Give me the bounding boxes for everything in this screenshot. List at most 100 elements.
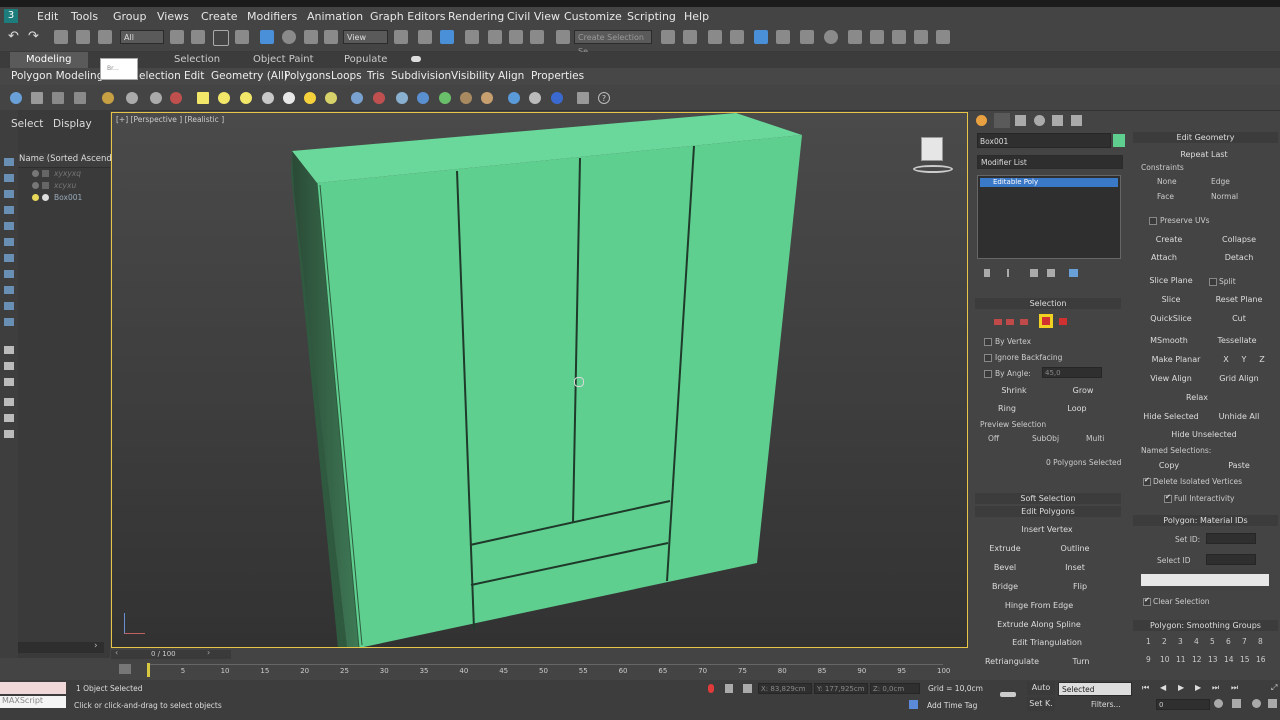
display-lights-icon[interactable] bbox=[4, 206, 14, 214]
by-vertex-checkbox[interactable] bbox=[984, 338, 992, 346]
add-time-tag-button[interactable]: Add Time Tag bbox=[927, 701, 977, 710]
inset-button[interactable]: Inset bbox=[1050, 561, 1100, 575]
curve-editor-icon[interactable] bbox=[776, 30, 790, 44]
toggle-layer-explorer-icon[interactable] bbox=[730, 30, 744, 44]
make-unique-icon[interactable] bbox=[1030, 269, 1038, 277]
remove-modifier-icon[interactable] bbox=[1047, 269, 1055, 277]
plane-icon[interactable] bbox=[197, 92, 209, 104]
eye-icon[interactable] bbox=[32, 170, 39, 177]
smoothing-group-button[interactable]: 5 bbox=[1210, 637, 1215, 646]
select-object-icon[interactable] bbox=[170, 30, 184, 44]
bend-icon[interactable] bbox=[150, 92, 162, 104]
cone-icon[interactable] bbox=[283, 92, 295, 104]
menu-graph-editors[interactable]: Graph Editors bbox=[370, 10, 446, 23]
perspective-viewport[interactable]: [+] [Perspective ] [Realistic ] bbox=[111, 112, 968, 648]
move-gizmo-icon[interactable] bbox=[126, 92, 138, 104]
set-id-spinner[interactable] bbox=[1206, 533, 1256, 544]
toggle-scene-explorer-icon[interactable] bbox=[708, 30, 722, 44]
create-tab-icon[interactable] bbox=[976, 115, 987, 126]
maxscript-mini-listener[interactable]: MAXScript bbox=[0, 696, 66, 708]
grow-button[interactable]: Grow bbox=[1052, 384, 1114, 398]
set-key-icon[interactable] bbox=[1000, 692, 1016, 697]
redo-icon[interactable]: ↷ bbox=[28, 30, 42, 44]
time-slider[interactable]: ‹ 0 / 100 › bbox=[111, 648, 231, 659]
maximize-viewport-icon[interactable] bbox=[1268, 699, 1277, 708]
modify-tab-icon[interactable] bbox=[994, 113, 1010, 128]
smoothing-group-button[interactable]: 13 bbox=[1208, 655, 1218, 664]
menu-customize[interactable]: Customize bbox=[564, 10, 622, 23]
foliage-icon[interactable] bbox=[439, 92, 451, 104]
link-icon[interactable] bbox=[54, 30, 68, 44]
smoothing-group-button[interactable]: 12 bbox=[1192, 655, 1202, 664]
ribbon-align[interactable]: Align bbox=[498, 70, 524, 82]
ribbon-edit[interactable]: Edit bbox=[184, 70, 204, 82]
ribbon-subdivision[interactable]: Subdivision bbox=[391, 70, 451, 82]
set-key-button[interactable]: Set K. bbox=[1027, 697, 1055, 711]
coord-x-field[interactable]: X: 83,829cm bbox=[758, 683, 812, 694]
selection-lock-icon[interactable] bbox=[725, 684, 733, 693]
prev-frame-icon[interactable]: ◀ bbox=[1160, 683, 1166, 692]
scene-item[interactable]: xcyxu bbox=[18, 181, 110, 192]
torus-icon[interactable] bbox=[262, 92, 274, 104]
keyboard-shortcut-override-icon[interactable] bbox=[440, 30, 454, 44]
key-filter-select[interactable]: Selected bbox=[1058, 682, 1132, 696]
menu-civil-view[interactable]: Civil View bbox=[507, 10, 560, 23]
border-mode-icon[interactable] bbox=[1020, 319, 1028, 325]
vertex-mode-icon[interactable] bbox=[994, 319, 1002, 325]
key-mode-toggle-icon[interactable]: ⏭ bbox=[1231, 683, 1238, 693]
tab-select[interactable]: Select bbox=[11, 118, 43, 130]
render-setup-icon[interactable] bbox=[848, 30, 862, 44]
collapse-button[interactable]: Collapse bbox=[1207, 233, 1271, 247]
menu-modifiers[interactable]: Modifiers bbox=[247, 10, 297, 23]
extrude-along-spline-button[interactable]: Extrude Along Spline bbox=[980, 618, 1098, 632]
make-planar-button[interactable]: Make Planar bbox=[1139, 353, 1213, 367]
motion-tab-icon[interactable] bbox=[1034, 115, 1045, 126]
time-configuration-icon[interactable]: ⤢ bbox=[1271, 683, 1277, 693]
by-angle-checkbox[interactable] bbox=[984, 370, 992, 378]
spinner-snap-icon[interactable] bbox=[530, 30, 544, 44]
help-icon[interactable]: ? bbox=[598, 92, 610, 104]
select-rotate-icon[interactable] bbox=[282, 30, 296, 44]
slice-plane-button[interactable]: Slice Plane bbox=[1139, 274, 1203, 288]
utilities-tab-icon[interactable] bbox=[1071, 115, 1082, 126]
wardrobe-model[interactable] bbox=[112, 113, 968, 648]
pivot-center-icon[interactable] bbox=[394, 30, 408, 44]
tab-display[interactable]: Display bbox=[53, 118, 92, 130]
smoothing-group-button[interactable]: 15 bbox=[1240, 655, 1250, 664]
constraint-face-radio[interactable]: Face bbox=[1157, 192, 1174, 201]
rectangular-selection-icon[interactable] bbox=[213, 30, 229, 46]
scene-column-header[interactable]: Name (Sorted Ascendi bbox=[18, 153, 114, 168]
cylinder-icon[interactable] bbox=[240, 92, 252, 104]
reset-plane-button[interactable]: Reset Plane bbox=[1207, 293, 1271, 307]
display-geometry-icon[interactable] bbox=[4, 174, 14, 182]
maxscript-listener[interactable] bbox=[0, 682, 66, 694]
collapse-icon[interactable] bbox=[4, 430, 14, 438]
smoothing-group-button[interactable]: 4 bbox=[1194, 637, 1199, 646]
material-editor-icon[interactable] bbox=[824, 30, 838, 44]
ribbon-polygon-modeling[interactable]: Polygon Modeling bbox=[11, 70, 103, 82]
angle-snap-icon[interactable] bbox=[488, 30, 502, 44]
edit-geometry-header[interactable]: Edit Geometry bbox=[1133, 132, 1278, 143]
align-icon[interactable] bbox=[683, 30, 697, 44]
percent-snap-icon[interactable] bbox=[509, 30, 523, 44]
app-logo[interactable]: 3 bbox=[4, 9, 18, 23]
object-icon[interactable] bbox=[42, 194, 49, 201]
shrink-button[interactable]: Shrink bbox=[982, 384, 1046, 398]
selection-rollout-header[interactable]: Selection bbox=[975, 298, 1121, 309]
loop-button[interactable]: Loop bbox=[1052, 402, 1102, 416]
edit-triangulation-button[interactable]: Edit Triangulation bbox=[982, 636, 1112, 650]
absolute-mode-icon[interactable] bbox=[743, 684, 752, 693]
smoothing-groups-header[interactable]: Polygon: Smoothing Groups bbox=[1133, 620, 1278, 631]
retriangulate-button[interactable]: Retriangulate bbox=[980, 655, 1044, 669]
time-slider-next-icon[interactable]: › bbox=[207, 648, 210, 657]
ribbon-properties[interactable]: Properties bbox=[531, 70, 584, 82]
light-bulb-icon[interactable] bbox=[32, 194, 39, 201]
smoothing-group-button[interactable]: 2 bbox=[1162, 637, 1167, 646]
filter-icon[interactable] bbox=[4, 398, 14, 406]
element-mode-icon[interactable] bbox=[1059, 318, 1067, 325]
planar-z-button[interactable]: Z bbox=[1255, 353, 1269, 367]
hierarchy-tab-icon[interactable] bbox=[1015, 115, 1026, 126]
display-containers-icon[interactable] bbox=[4, 318, 14, 326]
display-xrefs-icon[interactable] bbox=[4, 286, 14, 294]
menu-scripting[interactable]: Scripting bbox=[627, 10, 676, 23]
